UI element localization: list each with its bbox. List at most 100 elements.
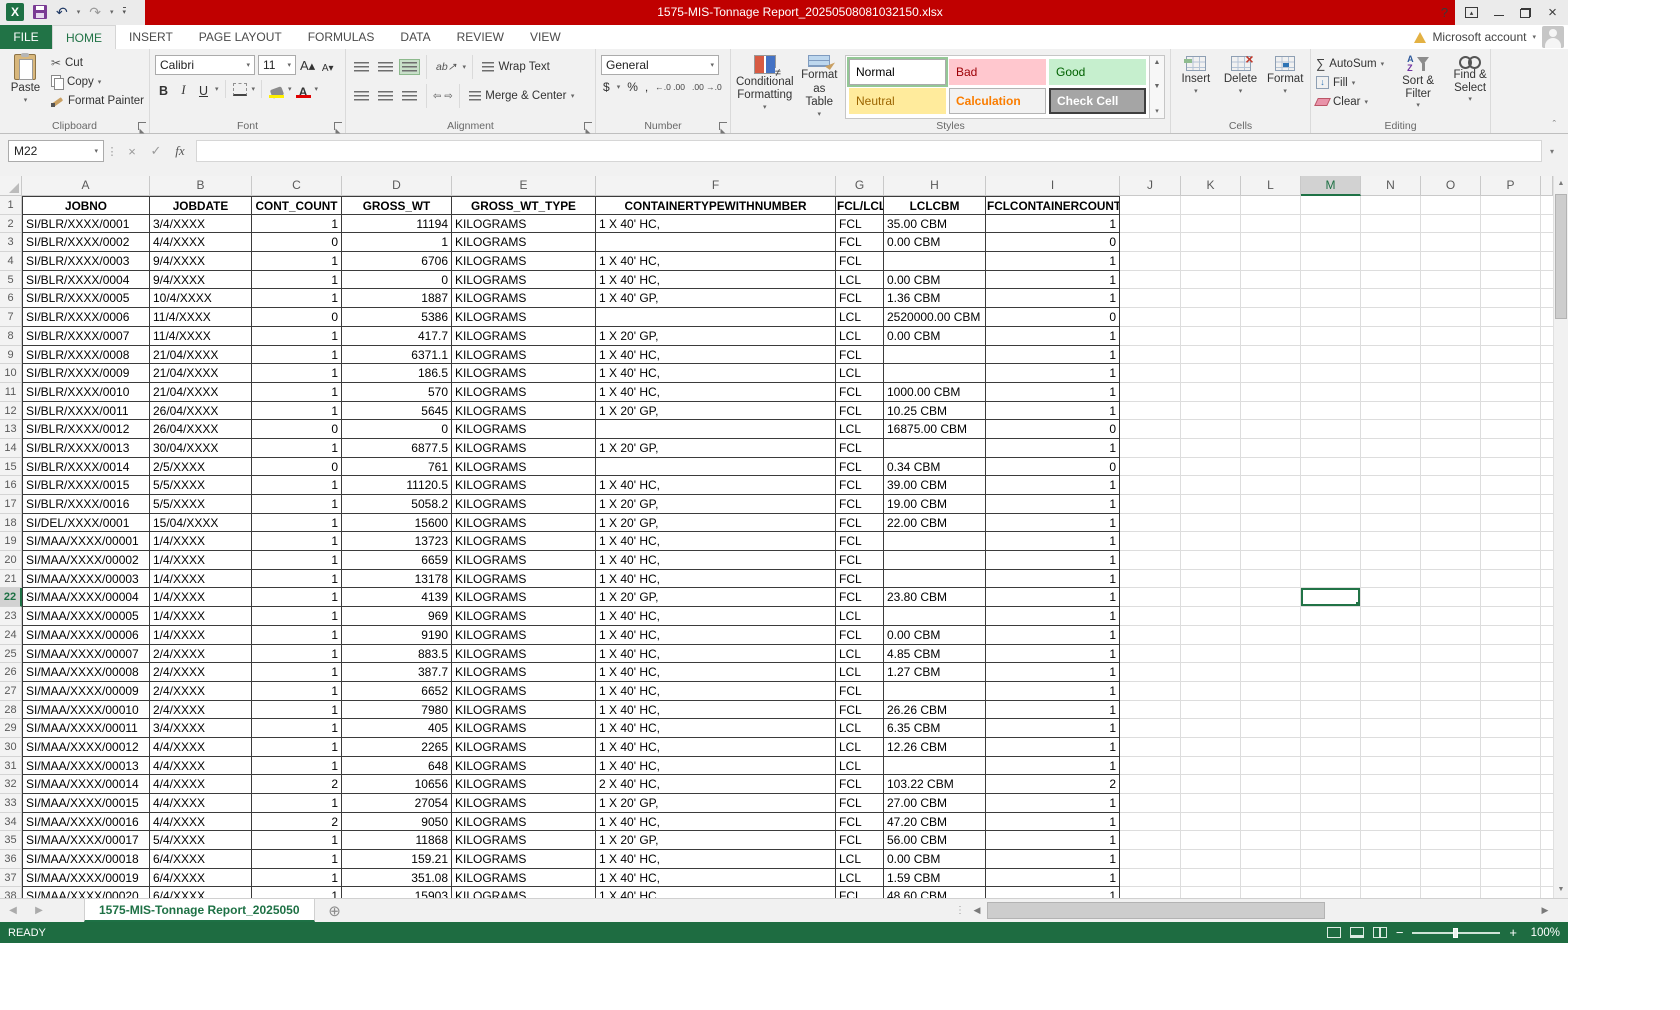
cell-H5[interactable]: 0.00 CBM <box>884 271 986 290</box>
cell-N26[interactable] <box>1361 663 1421 682</box>
cell-J19[interactable] <box>1120 532 1181 551</box>
cell-F38[interactable]: 1 X 40' HC, <box>596 887 836 898</box>
cell-P11[interactable] <box>1481 383 1541 402</box>
cell-E10[interactable]: KILOGRAMS <box>452 364 596 383</box>
cell-M14[interactable] <box>1301 439 1361 458</box>
cell-E3[interactable]: KILOGRAMS <box>452 233 596 252</box>
cell-B2[interactable]: 3/4/XXXX <box>150 215 252 234</box>
cell-G3[interactable]: FCL <box>836 233 884 252</box>
cell-G27[interactable]: FCL <box>836 682 884 701</box>
insert-cells-button[interactable]: Insert▾ <box>1176 52 1216 119</box>
cell-H14[interactable] <box>884 439 986 458</box>
cell-O30[interactable] <box>1421 738 1481 757</box>
cell-M1[interactable] <box>1301 196 1361 215</box>
cell-F13[interactable] <box>596 420 836 439</box>
cell-B34[interactable]: 4/4/XXXX <box>150 813 252 832</box>
cell-J33[interactable] <box>1120 794 1181 813</box>
cell-A33[interactable]: SI/MAA/XXXX/00015 <box>22 794 150 813</box>
cell-B1[interactable]: JOBDATE <box>150 196 252 215</box>
row-header-19[interactable]: 19 <box>0 532 22 551</box>
cell-P16[interactable] <box>1481 476 1541 495</box>
cell-E8[interactable]: KILOGRAMS <box>452 327 596 346</box>
cell-C29[interactable]: 1 <box>252 719 342 738</box>
cell-E7[interactable]: KILOGRAMS <box>452 308 596 327</box>
cell-M38[interactable] <box>1301 887 1361 898</box>
cell-I31[interactable]: 1 <box>986 757 1120 776</box>
cell-O23[interactable] <box>1421 607 1481 626</box>
column-header-P[interactable]: P <box>1481 176 1541 196</box>
cell-O14[interactable] <box>1421 439 1481 458</box>
cell-P23[interactable] <box>1481 607 1541 626</box>
cell-C17[interactable]: 1 <box>252 495 342 514</box>
cell-G6[interactable]: FCL <box>836 289 884 308</box>
cell-A8[interactable]: SI/BLR/XXXX/0007 <box>22 327 150 346</box>
cell-E14[interactable]: KILOGRAMS <box>452 439 596 458</box>
cell-C10[interactable]: 1 <box>252 364 342 383</box>
cell-D22[interactable]: 4139 <box>342 588 452 607</box>
zoom-level[interactable]: 100% <box>1526 927 1560 939</box>
cell-L19[interactable] <box>1241 532 1301 551</box>
cell-H7[interactable]: 2520000.00 CBM <box>884 308 986 327</box>
cell-D36[interactable]: 159.21 <box>342 850 452 869</box>
cell-H38[interactable]: 48.60 CBM <box>884 887 986 898</box>
cell-B7[interactable]: 11/4/XXXX <box>150 308 252 327</box>
cell-I7[interactable]: 0 <box>986 308 1120 327</box>
cell-D11[interactable]: 570 <box>342 383 452 402</box>
cell-F28[interactable]: 1 X 40' HC, <box>596 701 836 720</box>
cell-M10[interactable] <box>1301 364 1361 383</box>
cell-L27[interactable] <box>1241 682 1301 701</box>
cell-H29[interactable]: 6.35 CBM <box>884 719 986 738</box>
cell-G30[interactable]: LCL <box>836 738 884 757</box>
cell-E2[interactable]: KILOGRAMS <box>452 215 596 234</box>
cell-M32[interactable] <box>1301 775 1361 794</box>
cell-C20[interactable]: 1 <box>252 551 342 570</box>
cut-button[interactable]: ✂Cut <box>51 55 144 70</box>
cell-D37[interactable]: 351.08 <box>342 869 452 888</box>
cell-B23[interactable]: 1/4/XXXX <box>150 607 252 626</box>
cell-J5[interactable] <box>1120 271 1181 290</box>
cell-G15[interactable]: FCL <box>836 458 884 477</box>
cell-H10[interactable] <box>884 364 986 383</box>
conditional-formatting-button[interactable]: Conditional Formatting ▾ <box>736 52 794 119</box>
cell-O27[interactable] <box>1421 682 1481 701</box>
decrease-indent-icon[interactable]: ⇦ <box>433 91 441 102</box>
vertical-scrollbar[interactable]: ▲ ▼ <box>1553 176 1568 898</box>
close-icon[interactable]: × <box>1539 0 1566 25</box>
cell-J32[interactable] <box>1120 775 1181 794</box>
cell-A13[interactable]: SI/BLR/XXXX/0012 <box>22 420 150 439</box>
row-header-7[interactable]: 7 <box>0 308 22 327</box>
cell-M37[interactable] <box>1301 869 1361 888</box>
cell-F10[interactable]: 1 X 40' HC, <box>596 364 836 383</box>
font-color-button[interactable]: A <box>295 80 312 98</box>
cell-L13[interactable] <box>1241 420 1301 439</box>
cell-B36[interactable]: 6/4/XXXX <box>150 850 252 869</box>
cell-N2[interactable] <box>1361 215 1421 234</box>
cell-B20[interactable]: 1/4/XXXX <box>150 551 252 570</box>
cell-M9[interactable] <box>1301 346 1361 365</box>
cell-B14[interactable]: 30/04/XXXX <box>150 439 252 458</box>
cell-C27[interactable]: 1 <box>252 682 342 701</box>
cell-I4[interactable]: 1 <box>986 252 1120 271</box>
cell-J31[interactable] <box>1120 757 1181 776</box>
cell-G33[interactable]: FCL <box>836 794 884 813</box>
cell-I3[interactable]: 0 <box>986 233 1120 252</box>
cell-J4[interactable] <box>1120 252 1181 271</box>
cell-I15[interactable]: 0 <box>986 458 1120 477</box>
cell-G23[interactable]: LCL <box>836 607 884 626</box>
cell-H36[interactable]: 0.00 CBM <box>884 850 986 869</box>
cell-N13[interactable] <box>1361 420 1421 439</box>
cell-I36[interactable]: 1 <box>986 850 1120 869</box>
cell-G32[interactable]: FCL <box>836 775 884 794</box>
cell-O6[interactable] <box>1421 289 1481 308</box>
cell-N21[interactable] <box>1361 570 1421 589</box>
cell-L34[interactable] <box>1241 813 1301 832</box>
cell-L26[interactable] <box>1241 663 1301 682</box>
paste-button[interactable]: Paste ▾ <box>5 52 46 119</box>
cell-E37[interactable]: KILOGRAMS <box>452 869 596 888</box>
cell-O20[interactable] <box>1421 551 1481 570</box>
cell-E35[interactable]: KILOGRAMS <box>452 831 596 850</box>
cell-I24[interactable]: 1 <box>986 626 1120 645</box>
row-header-29[interactable]: 29 <box>0 719 22 738</box>
cell-L20[interactable] <box>1241 551 1301 570</box>
cell-O8[interactable] <box>1421 327 1481 346</box>
